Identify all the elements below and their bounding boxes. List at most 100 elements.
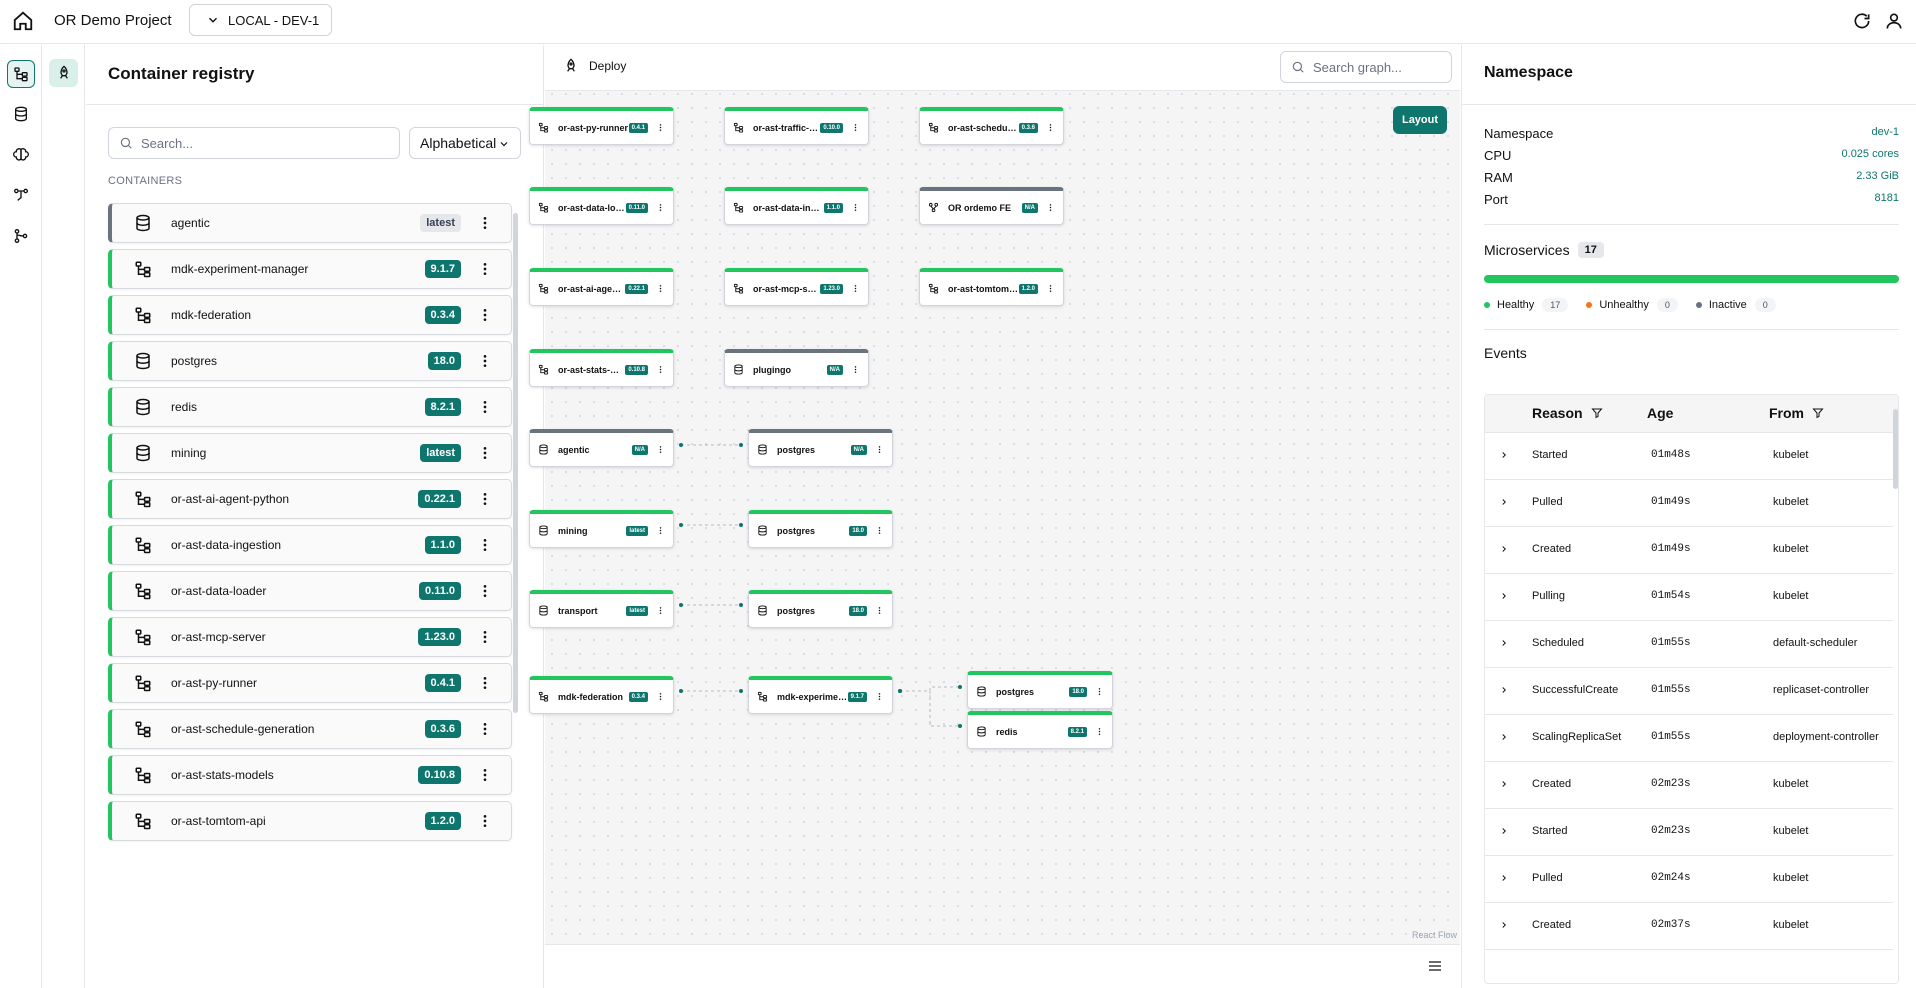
graph-node[interactable]: or-ast-ai-agent-python0.22.1 (529, 268, 674, 306)
kebab-menu-icon[interactable] (1046, 203, 1055, 212)
kebab-menu-icon[interactable] (875, 526, 884, 535)
filter-icon[interactable] (1591, 407, 1603, 419)
kebab-menu-icon[interactable] (1046, 284, 1055, 293)
chevron-right-icon[interactable] (1499, 450, 1509, 460)
graph-node[interactable]: postgres 18.0 (967, 671, 1113, 709)
reason-column-header[interactable]: Reason (1532, 405, 1603, 421)
container-list-item[interactable]: or-ast-data-loader 0.11.0 (108, 571, 512, 611)
event-row[interactable]: ScalingReplicaSet 01m55s deployment-contro… (1485, 715, 1893, 762)
from-column-header[interactable]: From (1769, 405, 1824, 421)
kebab-menu-icon[interactable] (656, 123, 665, 132)
container-list-item[interactable]: mdk-federation 0.3.4 (108, 295, 512, 335)
graph-node[interactable]: or-ast-traffic-model0.10.0 (724, 107, 869, 145)
kebab-menu-icon[interactable] (477, 261, 493, 277)
chevron-right-icon[interactable] (1499, 732, 1509, 742)
refresh-icon[interactable] (1852, 11, 1872, 31)
event-row[interactable]: Started 01m48s kubelet (1485, 433, 1893, 480)
event-row[interactable]: Created 02m37s kubelet (1485, 903, 1893, 950)
event-row[interactable]: Pulled 01m49s kubelet (1485, 480, 1893, 527)
deploy-rail-button[interactable] (49, 59, 78, 87)
chevron-right-icon[interactable] (1499, 544, 1509, 554)
container-list-item[interactable]: or-ast-data-ingestion 1.1.0 (108, 525, 512, 565)
chevron-right-icon[interactable] (1499, 685, 1509, 695)
container-list-item[interactable]: or-ast-tomtom-api 1.2.0 (108, 801, 512, 841)
kebab-menu-icon[interactable] (851, 123, 860, 132)
kebab-menu-icon[interactable] (656, 606, 665, 615)
chevron-right-icon[interactable] (1499, 591, 1509, 601)
chevron-right-icon[interactable] (1499, 779, 1509, 789)
kebab-menu-icon[interactable] (477, 353, 493, 369)
kebab-menu-icon[interactable] (656, 284, 665, 293)
events-scrollbar[interactable] (1893, 409, 1898, 489)
graph-node[interactable]: OR ordemo FE N/A (919, 187, 1064, 225)
container-list-item[interactable]: postgres 18.0 (108, 341, 512, 381)
graph-node[interactable]: or-ast-mcp-server1.23.0 (724, 268, 869, 306)
rail-branch-button[interactable] (7, 222, 35, 250)
graph-node[interactable]: plugingo N/A (724, 349, 869, 387)
kebab-menu-icon[interactable] (875, 606, 884, 615)
menu-icon[interactable] (1427, 958, 1443, 974)
graph-search[interactable] (1280, 51, 1452, 83)
rail-database-button[interactable] (7, 100, 35, 128)
graph-node[interactable]: or-ast-data-loader0.11.0 (529, 187, 674, 225)
layout-button[interactable]: Layout (1393, 106, 1447, 134)
kebab-menu-icon[interactable] (477, 399, 493, 415)
graph-canvas[interactable] (545, 45, 1460, 945)
event-row[interactable]: Pulling 01m54s kubelet (1485, 574, 1893, 621)
react-flow-attribution[interactable]: React Flow (1412, 930, 1457, 940)
kebab-menu-icon[interactable] (875, 445, 884, 454)
rail-containers-button[interactable] (7, 60, 35, 88)
age-column-header[interactable]: Age (1647, 405, 1673, 421)
kebab-menu-icon[interactable] (851, 284, 860, 293)
kebab-menu-icon[interactable] (477, 307, 493, 323)
event-row[interactable]: Scheduled 01m55s default-scheduler (1485, 621, 1893, 668)
kebab-menu-icon[interactable] (1095, 727, 1104, 736)
rail-workflow-button[interactable] (7, 181, 35, 209)
registry-search[interactable] (108, 127, 400, 159)
graph-node[interactable]: or-ast-py-runner 0.4.1 (529, 107, 674, 145)
kebab-menu-icon[interactable] (1046, 123, 1055, 132)
container-list-item[interactable]: or-ast-stats-models 0.10.8 (108, 755, 512, 795)
container-list-item[interactable]: or-ast-mcp-server 1.23.0 (108, 617, 512, 657)
kebab-menu-icon[interactable] (851, 365, 860, 374)
container-list-item[interactable]: or-ast-py-runner 0.4.1 (108, 663, 512, 703)
graph-node[interactable]: mdk-federation 0.3.4 (529, 676, 674, 714)
kebab-menu-icon[interactable] (477, 675, 493, 691)
container-list-item[interactable]: mdk-experiment-manager 9.1.7 (108, 249, 512, 289)
chevron-right-icon[interactable] (1499, 920, 1509, 930)
event-row[interactable]: Created 02m23s kubelet (1485, 762, 1893, 809)
registry-search-input[interactable] (141, 135, 381, 151)
container-list-item[interactable]: redis 8.2.1 (108, 387, 512, 427)
kebab-menu-icon[interactable] (477, 215, 493, 231)
home-icon[interactable] (12, 10, 34, 32)
kebab-menu-icon[interactable] (477, 629, 493, 645)
kebab-menu-icon[interactable] (477, 813, 493, 829)
kebab-menu-icon[interactable] (656, 526, 665, 535)
graph-node[interactable]: or-ast-stats-models0.10.8 (529, 349, 674, 387)
kebab-menu-icon[interactable] (477, 767, 493, 783)
kebab-menu-icon[interactable] (851, 203, 860, 212)
container-list-item[interactable]: or-ast-schedule-generation 0.3.6 (108, 709, 512, 749)
environment-select[interactable]: LOCAL - DEV-1 (189, 4, 332, 36)
graph-node[interactable]: postgres 18.0 (748, 510, 893, 548)
kebab-menu-icon[interactable] (656, 365, 665, 374)
user-icon[interactable] (1884, 11, 1904, 31)
kebab-menu-icon[interactable] (477, 583, 493, 599)
chevron-right-icon[interactable] (1499, 638, 1509, 648)
kebab-menu-icon[interactable] (477, 721, 493, 737)
kebab-menu-icon[interactable] (656, 692, 665, 701)
graph-node[interactable]: or-ast-tomtom-api 1.2.0 (919, 268, 1064, 306)
registry-scrollbar[interactable] (513, 213, 518, 713)
event-row[interactable]: Started 02m23s kubelet (1485, 809, 1893, 856)
graph-search-input[interactable] (1313, 59, 1443, 75)
kebab-menu-icon[interactable] (477, 537, 493, 553)
event-row[interactable]: Pulled 02m24s kubelet (1485, 856, 1893, 903)
kebab-menu-icon[interactable] (477, 445, 493, 461)
kebab-menu-icon[interactable] (875, 692, 884, 701)
kebab-menu-icon[interactable] (1095, 687, 1104, 696)
graph-node[interactable]: transport latest (529, 590, 674, 628)
chevron-right-icon[interactable] (1499, 873, 1509, 883)
chevron-right-icon[interactable] (1499, 826, 1509, 836)
sort-select[interactable]: Alphabetical (409, 127, 521, 159)
chevron-right-icon[interactable] (1499, 497, 1509, 507)
